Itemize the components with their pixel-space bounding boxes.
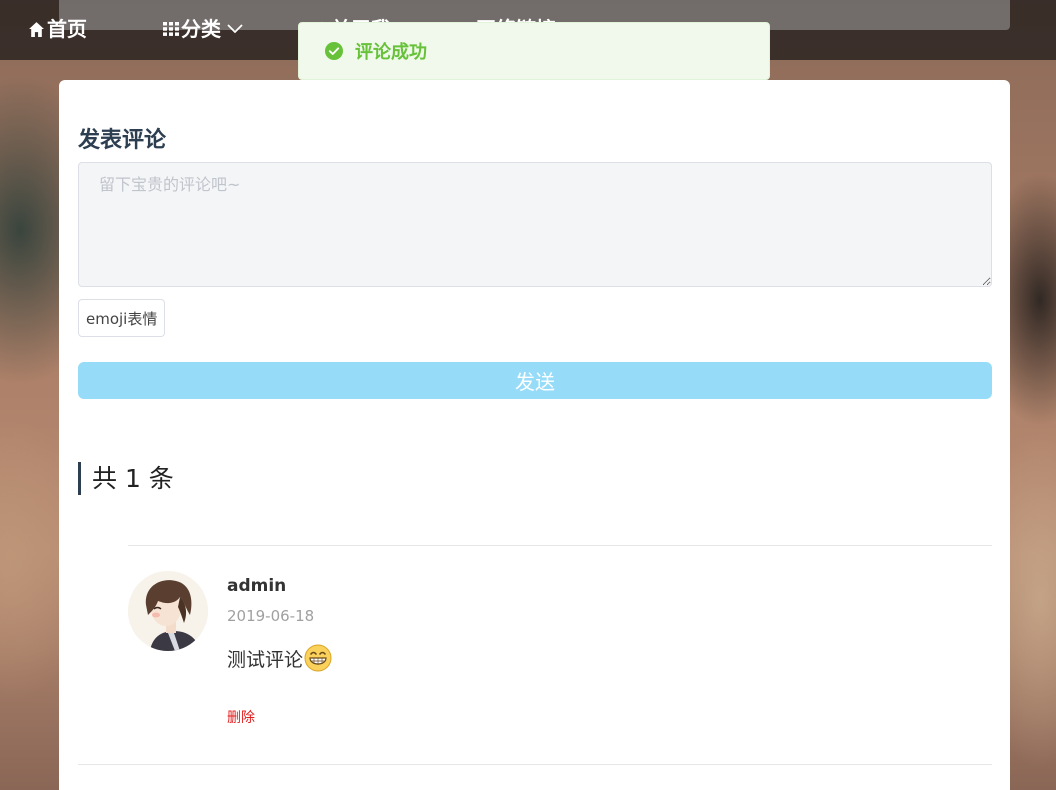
comment-form-title: 发表评论 [78,128,167,153]
emoji-button[interactable]: emoji表情 [78,299,166,337]
grid-icon [163,22,179,36]
nav-home[interactable]: 首页 [28,14,87,44]
divider [78,764,992,765]
avatar [128,571,208,651]
comment-input[interactable] [78,162,992,287]
success-toast: 评论成功 [298,22,770,80]
avatar-illustration [128,571,208,651]
nav-category-label: 分类 [181,17,221,41]
send-button[interactable]: 发送 [78,362,992,399]
nav-category[interactable]: 分类 [163,14,243,44]
comment-text: 测试评论 [227,648,304,671]
comment-date: 2019-06-18 [227,607,315,625]
grin-emoji-icon [304,644,332,672]
check-circle-icon [325,42,343,60]
nav-home-label: 首页 [47,17,87,41]
delete-comment-link[interactable]: 删除 [227,707,255,727]
home-icon [29,21,44,37]
comment-author: admin [227,576,287,596]
divider [128,545,992,546]
toast-message: 评论成功 [355,42,427,63]
chevron-down-icon [227,24,243,34]
comment-card: 发表评论 emoji表情 发送 共 1 条 admin 2019-06-18 测… [59,80,1010,790]
comment-content: 测试评论 [227,644,332,672]
comment-count: 共 1 条 [78,462,174,495]
